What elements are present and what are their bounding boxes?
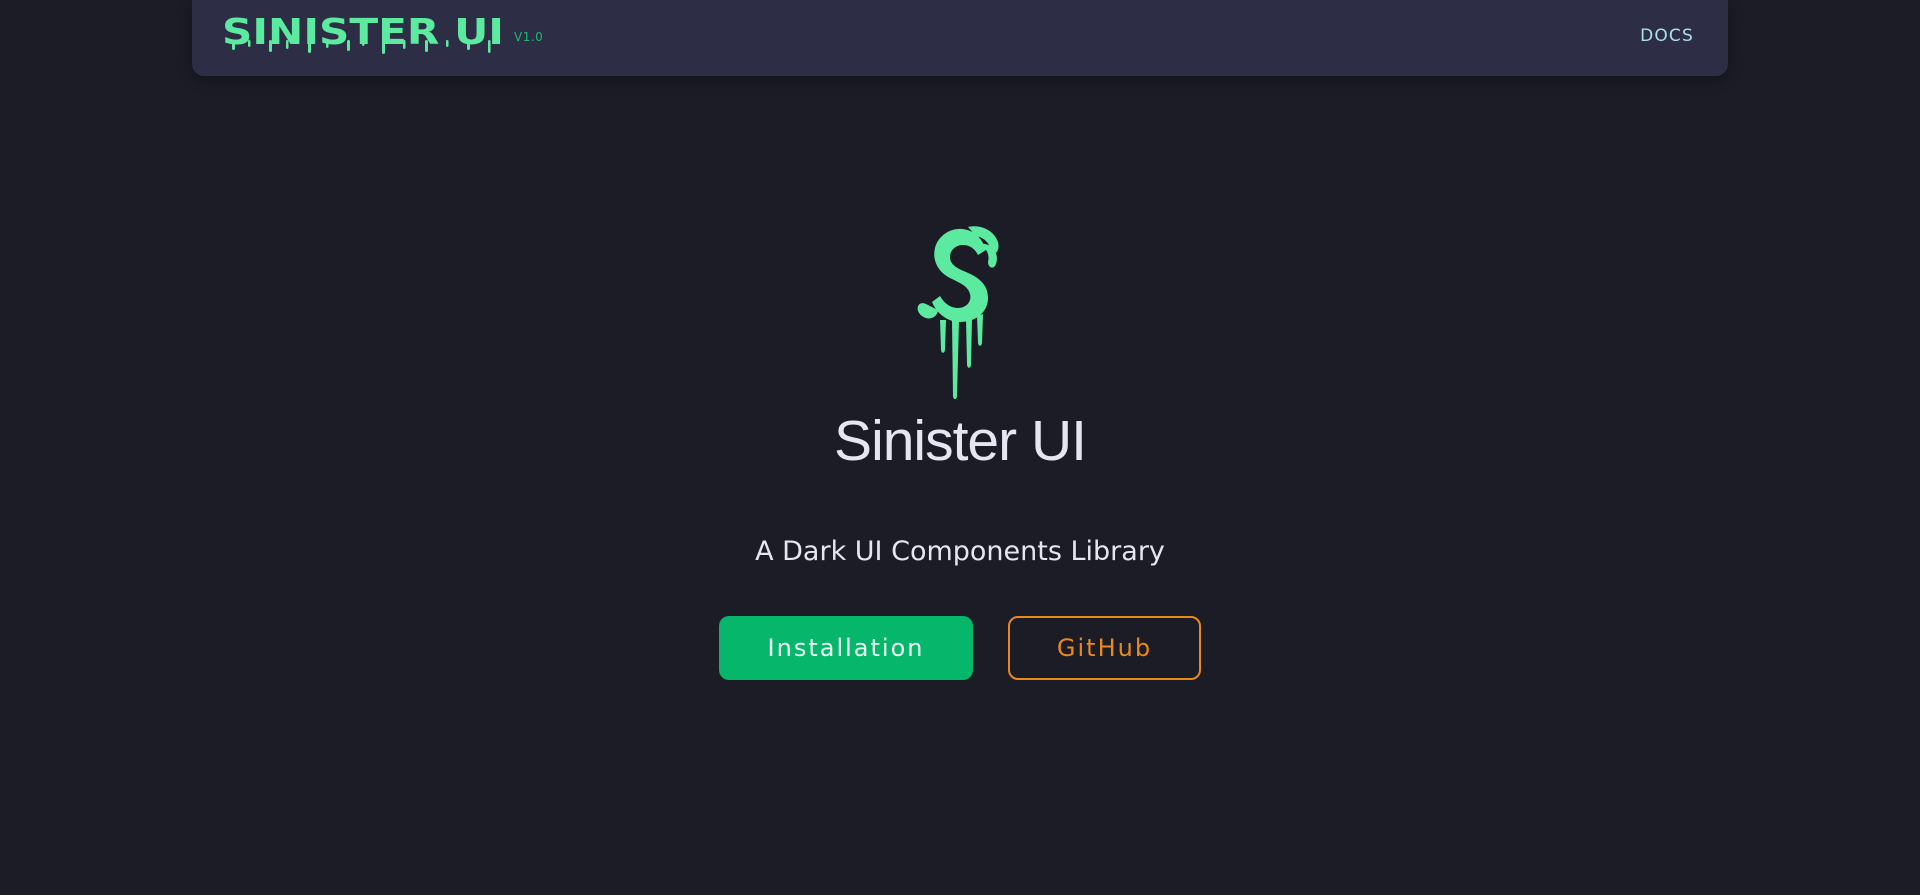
hero-section: Sinister UI A Dark UI Components Library… bbox=[0, 0, 1920, 895]
github-button[interactable]: GitHub bbox=[1008, 616, 1201, 680]
hero-title: Sinister UI bbox=[834, 409, 1087, 473]
hero-subtitle: A Dark UI Components Library bbox=[755, 536, 1165, 567]
dripping-s-icon bbox=[917, 226, 999, 399]
installation-button[interactable]: Installation bbox=[719, 616, 973, 680]
